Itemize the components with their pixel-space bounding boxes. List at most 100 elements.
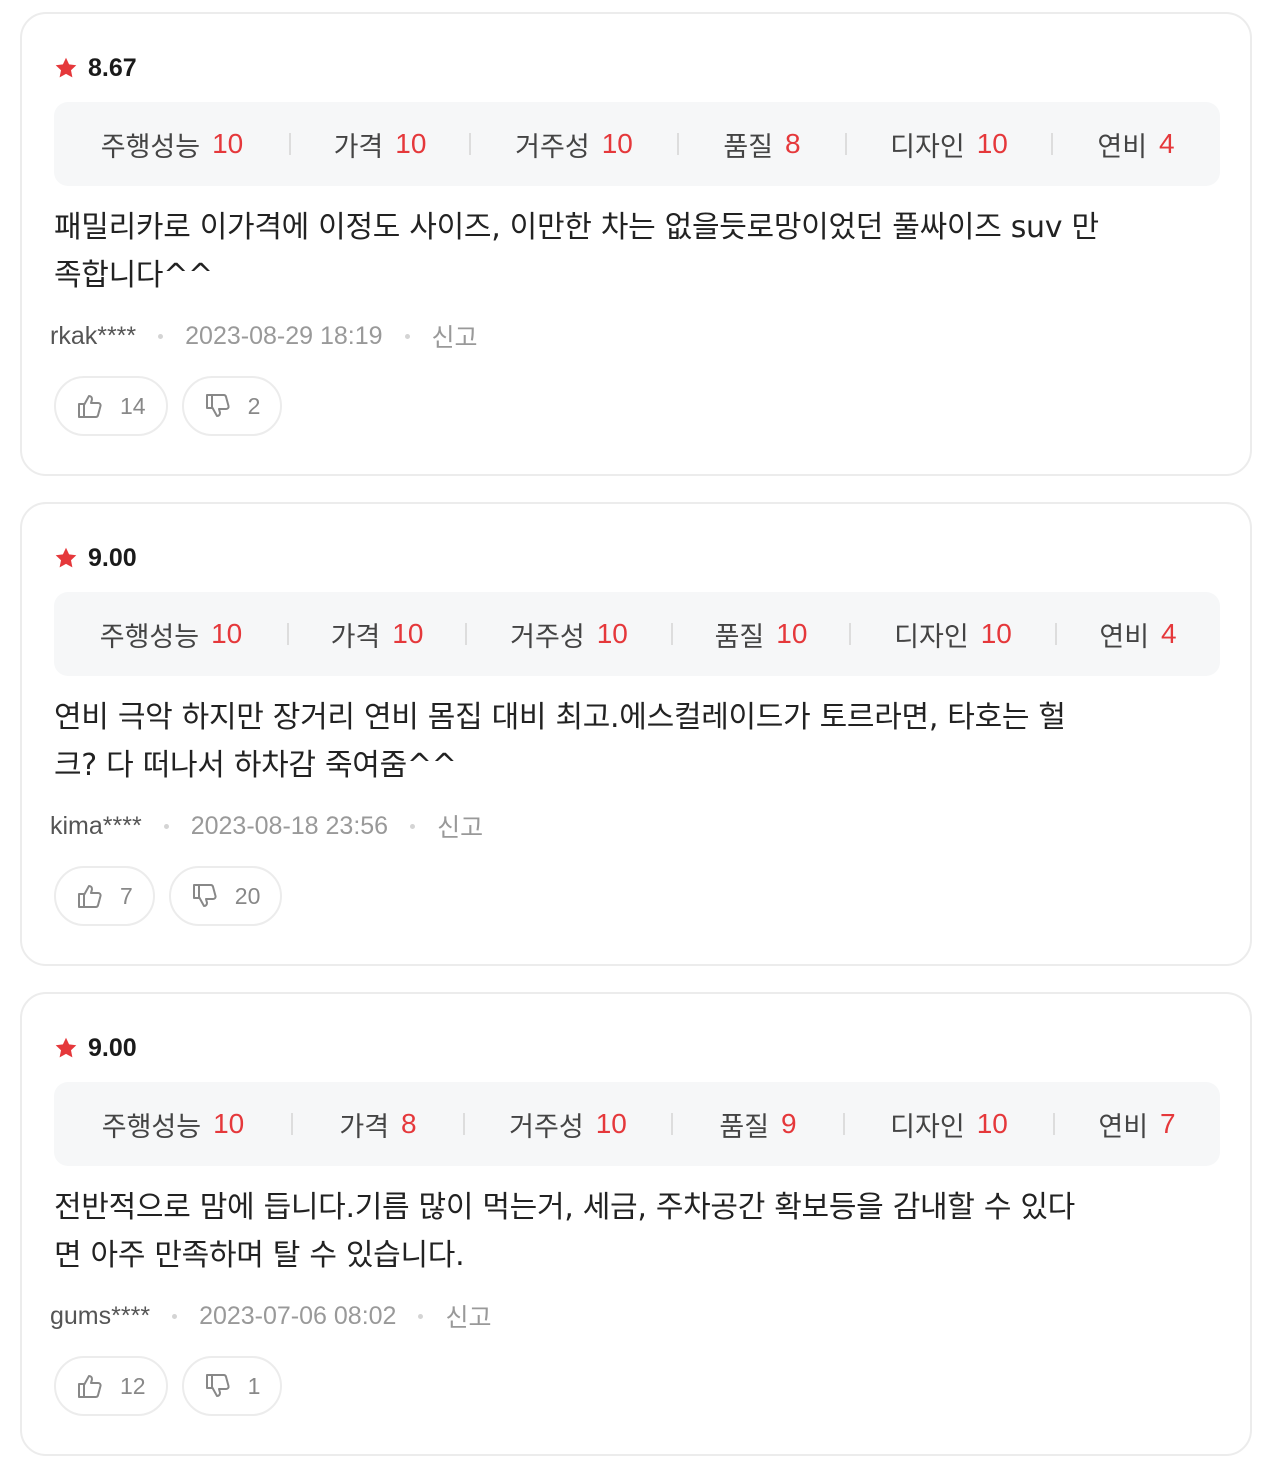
score-value: 4 — [1161, 618, 1177, 649]
like-button[interactable]: 7 — [54, 866, 155, 926]
score-label: 거주성 — [515, 131, 590, 163]
dislike-count: 2 — [247, 392, 261, 419]
overall-rating: 9.00 — [54, 542, 137, 574]
score-item-design: 디자인 10 — [850, 592, 1056, 676]
score-value: 10 — [976, 128, 1008, 159]
like-button[interactable]: 14 — [54, 376, 168, 436]
score-label: 주행성능 — [99, 621, 200, 653]
like-count: 7 — [120, 882, 133, 909]
score-label: 거주성 — [510, 621, 585, 653]
dislike-button[interactable]: 1 — [181, 1356, 283, 1416]
score-item-livability: 거주성 10 — [466, 592, 672, 676]
score-item-driving: 주행성능 10 — [54, 102, 290, 186]
report-link[interactable]: 신고 — [437, 808, 483, 844]
score-item-livability: 거주성 10 — [464, 1082, 672, 1166]
score-item-quality: 품질 8 — [678, 102, 846, 186]
review-card: 9.00 주행성능 10 가격 8 거주성 10 품질 9 디자인 10 연비 7 전반적으… — [20, 992, 1252, 1456]
score-breakdown: 주행성능 10 가격 10 거주성 10 품질 8 디자인 10 연비 4 — [54, 102, 1220, 186]
score-label: 가격 — [330, 621, 381, 653]
score-value: 10 — [212, 128, 244, 159]
author-name: rkak**** — [50, 321, 137, 350]
dislike-count: 1 — [247, 1372, 261, 1399]
score-value: 8 — [401, 1108, 417, 1139]
score-item-driving: 주행성능 10 — [54, 592, 288, 676]
score-value: 10 — [211, 618, 243, 649]
review-meta: gums**** 2023-07-06 08:02 신고 — [50, 1298, 491, 1334]
score-item-price: 가격 10 — [290, 102, 470, 186]
dislike-button[interactable]: 2 — [181, 376, 283, 436]
review-text: 패밀리카로 이가격에 이정도 사이즈, 이만한 차는 없을듯로망이었던 풀싸이즈… — [54, 204, 1234, 300]
thumbs-down-icon — [191, 882, 219, 910]
meta-separator — [404, 333, 410, 339]
score-value: 10 — [976, 1108, 1008, 1139]
score-value: 9 — [781, 1108, 797, 1139]
review-text-line: 전반적으로 맘에 듭니다.기름 많이 먹는거, 세금, 주차공간 확보등을 감내… — [54, 1190, 1075, 1225]
score-label: 연비 — [1097, 131, 1148, 163]
score-label: 연비 — [1099, 621, 1150, 653]
meta-separator — [163, 823, 169, 829]
score-label: 품질 — [714, 621, 765, 653]
score-item-quality: 품질 10 — [672, 592, 850, 676]
score-value: 10 — [392, 618, 424, 649]
score-label: 주행성능 — [100, 131, 201, 163]
score-item-livability: 거주성 10 — [470, 102, 678, 186]
score-label: 거주성 — [509, 1111, 584, 1143]
score-item-driving: 주행성능 10 — [54, 1082, 292, 1166]
review-list: 8.67 주행성능 10 가격 10 거주성 10 품질 8 디자인 10 연비 4 패밀리… — [0, 0, 1270, 1472]
score-item-design: 디자인 10 — [846, 102, 1052, 186]
thumbs-up-icon — [76, 1372, 104, 1400]
score-value: 10 — [776, 618, 808, 649]
like-count: 14 — [120, 392, 146, 419]
star-icon — [54, 546, 78, 570]
review-card: 8.67 주행성능 10 가격 10 거주성 10 품질 8 디자인 10 연비 4 패밀리… — [20, 12, 1252, 476]
review-text-line: 족합니다^^ — [54, 258, 213, 293]
like-button[interactable]: 12 — [54, 1356, 168, 1416]
star-icon — [54, 56, 78, 80]
score-label: 가격 — [333, 131, 384, 163]
score-label: 가격 — [339, 1111, 390, 1143]
score-value: 10 — [213, 1108, 245, 1139]
review-date: 2023-08-29 18:19 — [185, 321, 383, 350]
score-value: 7 — [1160, 1108, 1176, 1139]
meta-separator — [418, 1313, 424, 1319]
review-text-line: 크? 다 떠나서 하차감 죽여줌^^ — [54, 748, 457, 783]
score-label: 디자인 — [890, 1111, 965, 1143]
rating-value: 8.67 — [88, 53, 137, 82]
dislike-button[interactable]: 20 — [168, 866, 283, 926]
review-text: 전반적으로 맘에 듭니다.기름 많이 먹는거, 세금, 주차공간 확보등을 감내… — [54, 1184, 1234, 1280]
vote-buttons: 12 1 — [54, 1356, 283, 1416]
author-name: gums**** — [50, 1301, 151, 1330]
dislike-count: 20 — [234, 882, 261, 909]
score-item-quality: 품질 9 — [672, 1082, 844, 1166]
overall-rating: 8.67 — [54, 52, 137, 84]
meta-separator — [410, 823, 416, 829]
review-text-line: 면 아주 만족하며 탈 수 있습니다. — [54, 1238, 465, 1273]
vote-buttons: 7 20 — [54, 866, 283, 926]
report-link[interactable]: 신고 — [432, 318, 478, 354]
meta-separator — [172, 1313, 178, 1319]
score-value: 8 — [785, 128, 801, 159]
star-icon — [54, 1036, 78, 1060]
rating-value: 9.00 — [88, 1033, 137, 1062]
score-label: 품질 — [723, 131, 774, 163]
thumbs-down-icon — [204, 392, 232, 420]
review-text-line: 연비 극악 하지만 장거리 연비 몸집 대비 최고.에스컬레이드가 토르라면, … — [54, 700, 1066, 735]
review-text-line: 패밀리카로 이가격에 이정도 사이즈, 이만한 차는 없을듯로망이었던 풀싸이즈… — [54, 210, 1099, 245]
score-value: 4 — [1159, 128, 1175, 159]
score-label: 디자인 — [894, 621, 969, 653]
score-breakdown: 주행성능 10 가격 8 거주성 10 품질 9 디자인 10 연비 7 — [54, 1082, 1220, 1166]
report-link[interactable]: 신고 — [445, 1298, 491, 1334]
score-item-fuel: 연비 4 — [1052, 102, 1220, 186]
review-date: 2023-07-06 08:02 — [199, 1301, 397, 1330]
score-item-fuel: 연비 4 — [1056, 592, 1220, 676]
score-value: 10 — [596, 618, 628, 649]
score-item-price: 가격 10 — [288, 592, 466, 676]
rating-value: 9.00 — [88, 543, 137, 572]
review-card: 9.00 주행성능 10 가격 10 거주성 10 품질 10 디자인 10 연비 4 연비… — [20, 502, 1252, 966]
score-label: 디자인 — [890, 131, 965, 163]
score-breakdown: 주행성능 10 가격 10 거주성 10 품질 10 디자인 10 연비 4 — [54, 592, 1220, 676]
overall-rating: 9.00 — [54, 1032, 137, 1064]
review-meta: rkak**** 2023-08-29 18:19 신고 — [50, 318, 478, 354]
score-value: 10 — [395, 128, 427, 159]
score-value: 10 — [980, 618, 1012, 649]
